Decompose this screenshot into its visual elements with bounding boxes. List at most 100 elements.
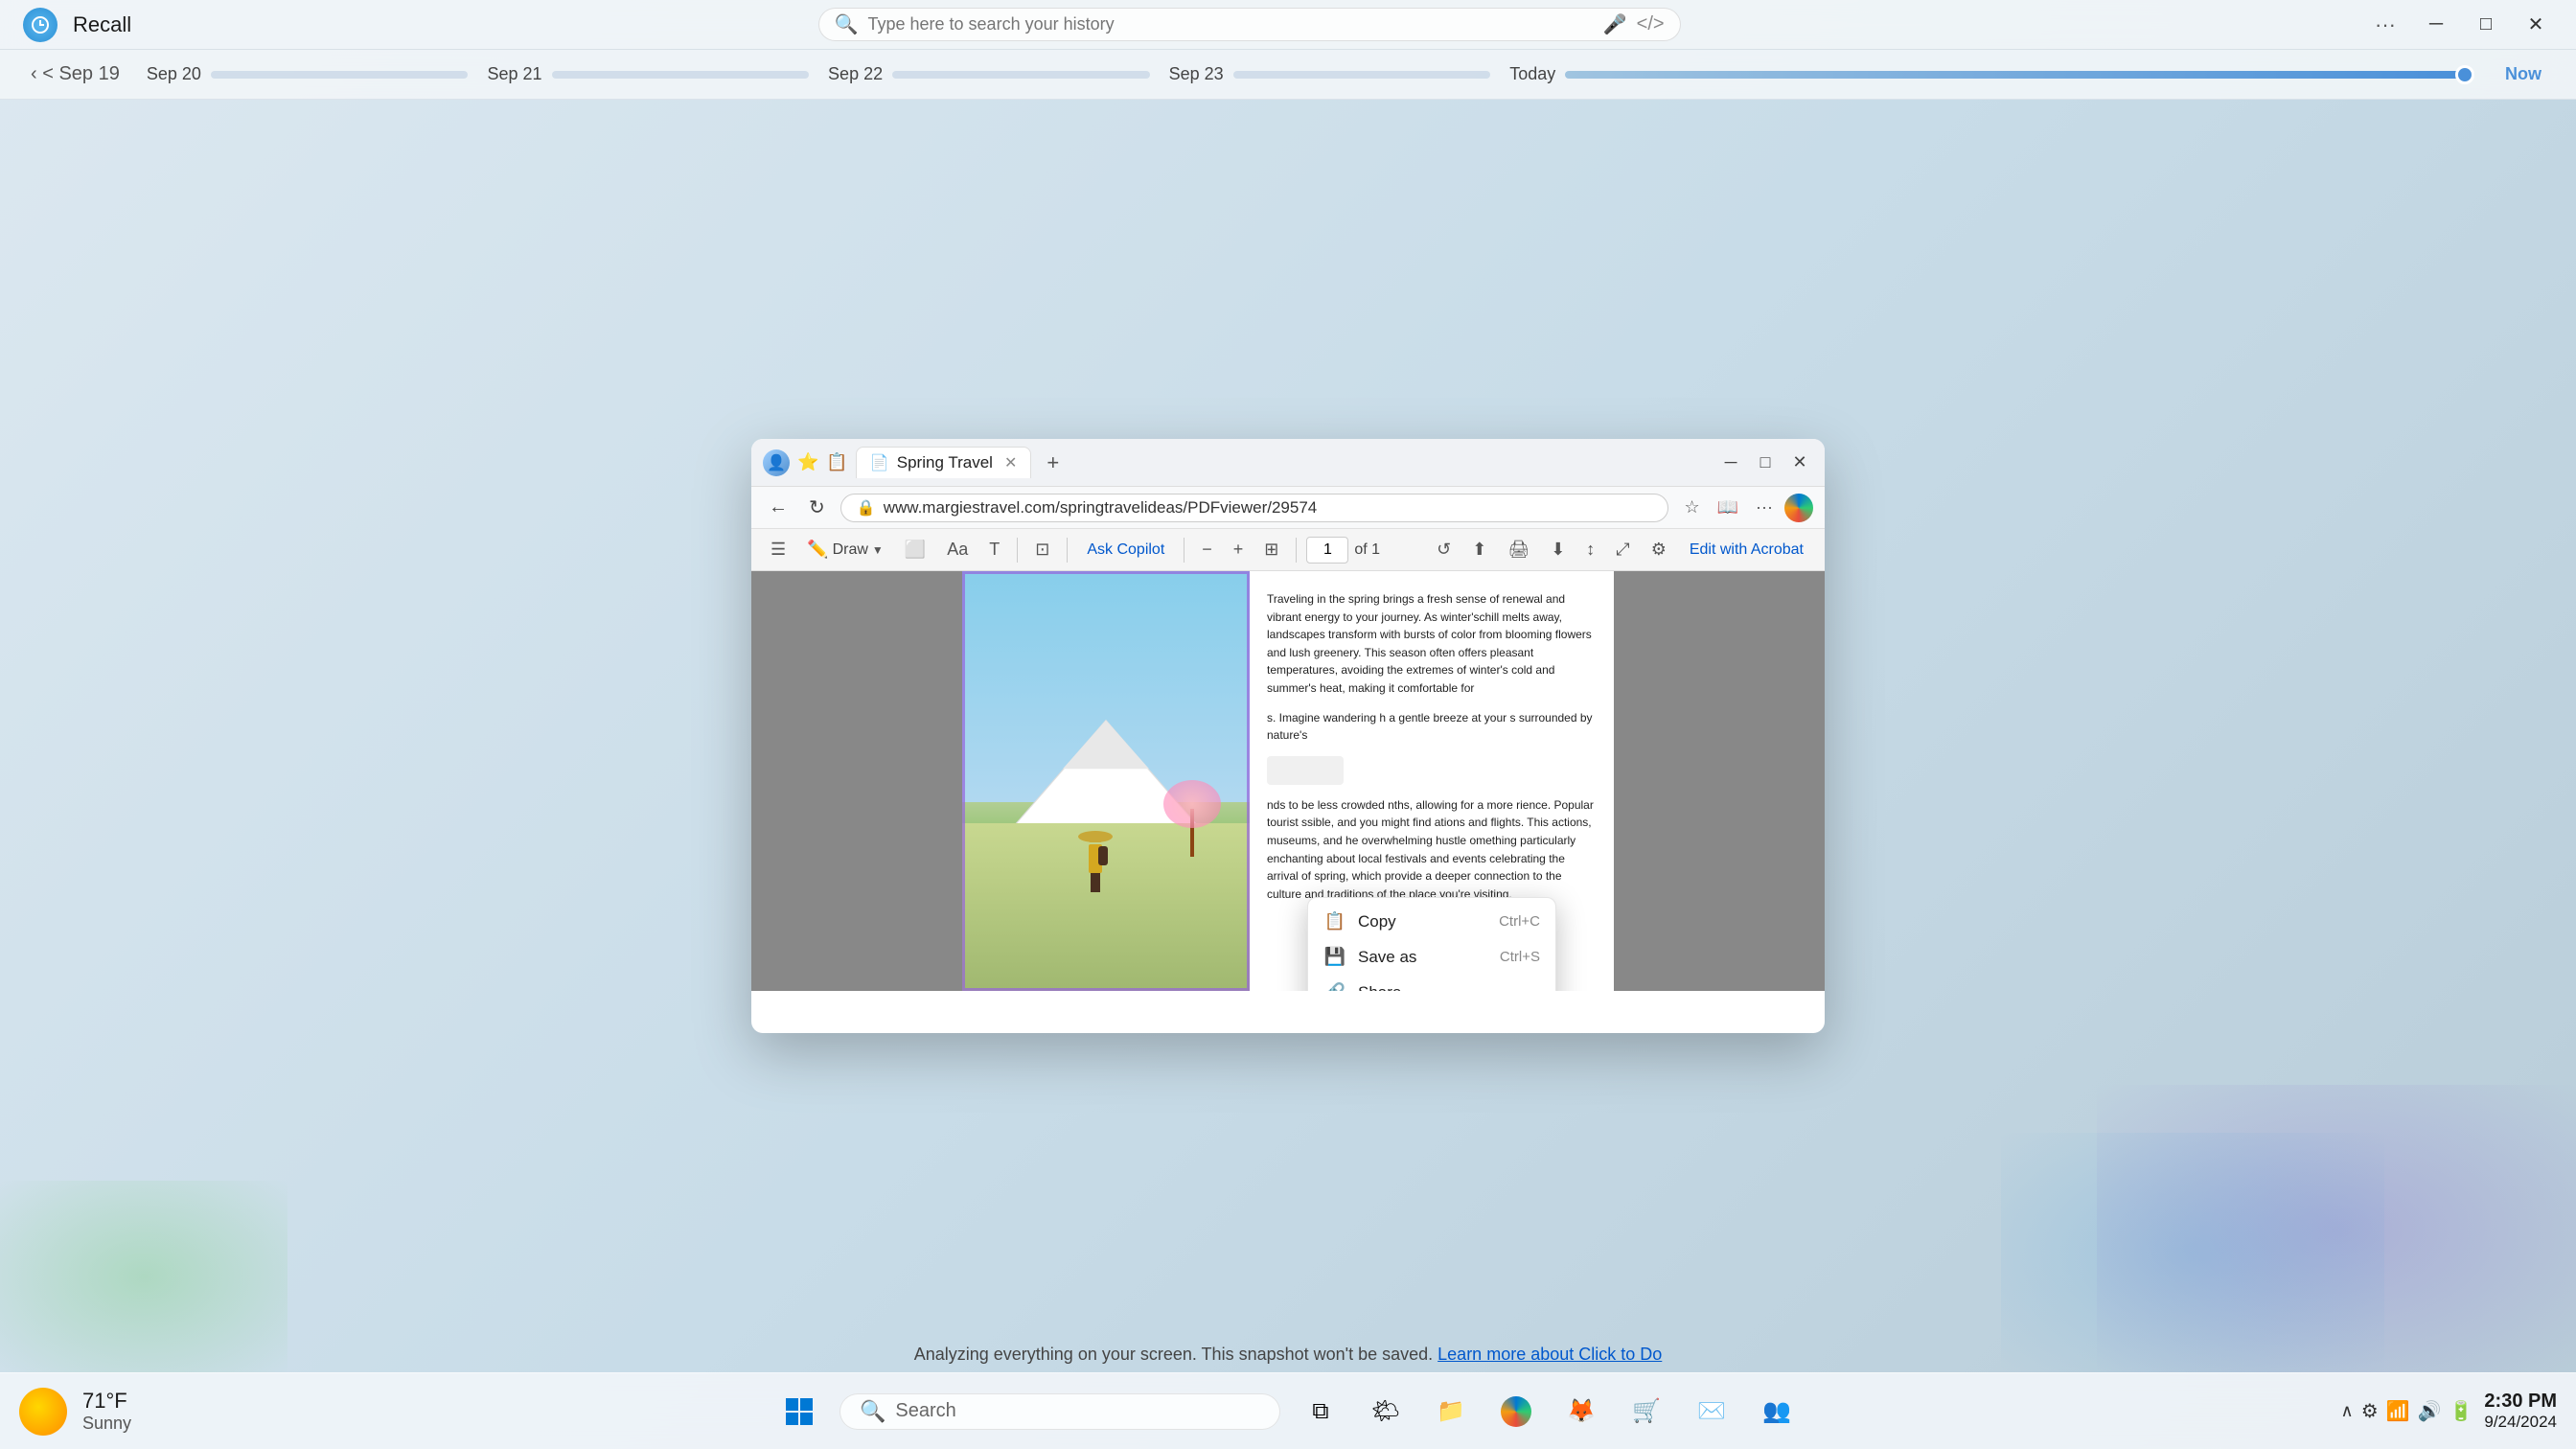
microphone-icon[interactable]: 🎤 <box>1603 12 1627 36</box>
timeline-track-today[interactable] <box>1565 71 2474 79</box>
weather-info: 71°F Sunny <box>82 1389 131 1434</box>
timeline-track-sep21[interactable] <box>552 71 810 79</box>
mail-button[interactable]: ✉️ <box>1687 1387 1736 1437</box>
chevron-up-icon[interactable]: ∧ <box>2341 1401 2354 1421</box>
share-icon: ⬆ <box>1472 540 1486 560</box>
timeline-segment-sep22: Sep 22 <box>828 64 1150 84</box>
outline-icon: ☰ <box>770 540 786 560</box>
reading-view-button[interactable]: 📖 <box>1712 494 1744 520</box>
maximize-button[interactable]: □ <box>2469 8 2503 42</box>
taskbar-search-text: Search <box>895 1400 955 1422</box>
notification-bar: Analyzing everything on your screen. Thi… <box>0 1345 2576 1365</box>
annotate-button[interactable]: ✏️ Draw ▼ <box>799 537 891 563</box>
settings-tray-icon[interactable]: ⚙ <box>2361 1399 2379 1423</box>
back-button[interactable]: ← <box>763 494 794 521</box>
timeline-thumb[interactable] <box>2455 65 2474 84</box>
history-icon[interactable]: 📋 <box>826 452 847 472</box>
timeline-sep20-label: Sep 20 <box>147 64 201 84</box>
person-figure <box>1071 825 1119 907</box>
eraser-icon: ⬜ <box>905 540 926 560</box>
timeline-track-sep22[interactable] <box>892 71 1150 79</box>
edge-logo <box>1784 494 1813 522</box>
store-button[interactable]: 🛒 <box>1622 1387 1671 1437</box>
system-clock[interactable]: 2:30 PM 9/24/2024 <box>2484 1391 2557 1432</box>
minimize-button[interactable]: ─ <box>2419 8 2453 42</box>
window-controls: ··· ─ □ ✕ <box>2367 8 2553 42</box>
main-content: 👤 ⭐ 📋 📄 Spring Travel ✕ + ─ □ ✕ ← ↻ 🔒 ww… <box>0 100 2576 1372</box>
timeline-track-sep23[interactable] <box>1233 71 1491 79</box>
taskbar-left: 71°F Sunny <box>0 1388 326 1436</box>
browser-avatar[interactable]: 👤 <box>763 449 790 476</box>
share-ctx-icon: 🔗 <box>1323 982 1346 991</box>
cherry-tree <box>1163 780 1221 857</box>
edit-acrobat-button[interactable]: Edit with Acrobat <box>1680 539 1813 562</box>
gear-icon: ⚙ <box>1651 540 1667 560</box>
zoom-in-button[interactable]: + <box>1226 537 1252 563</box>
highlight-button[interactable]: Aa <box>939 537 976 563</box>
timeline-back-label: < Sep 19 <box>42 63 120 84</box>
timeline-bar: ‹ < Sep 19 Sep 20 Sep 21 Sep 22 Sep 23 T… <box>0 50 2576 100</box>
context-menu-share[interactable]: 🔗 Share <box>1308 975 1555 991</box>
view-options-button[interactable]: ↕ <box>1578 537 1602 563</box>
taskview-button[interactable]: ⧉ <box>1296 1387 1346 1437</box>
volume-icon[interactable]: 🔊 <box>2418 1399 2442 1423</box>
print-button[interactable]: 🖨 <box>1500 537 1537 563</box>
pdf-paragraph-2: s. Imagine wandering h a gentle breeze a… <box>1267 709 1597 745</box>
taskbar-search-box[interactable]: 🔍 Search <box>840 1393 1280 1430</box>
recall-search-bar[interactable]: 🔍 🎤 </> <box>818 8 1681 41</box>
clock-date: 9/24/2024 <box>2484 1413 2557 1432</box>
new-tab-button[interactable]: + <box>1039 450 1067 475</box>
firefox-button[interactable]: 🦊 <box>1556 1387 1606 1437</box>
browser-maximize-button[interactable]: □ <box>1752 449 1779 476</box>
tab-close-button[interactable]: ✕ <box>1004 453 1017 472</box>
browser-close-button[interactable]: ✕ <box>1786 449 1813 476</box>
timeline-today-label: Today <box>1509 64 1555 84</box>
fit-page-button[interactable]: ⊡ <box>1027 537 1057 563</box>
timeline-now-button[interactable]: Now <box>2494 60 2553 88</box>
refresh-button[interactable]: ↻ <box>803 493 831 522</box>
text-button[interactable]: T <box>981 537 1007 563</box>
battery-icon[interactable]: 🔋 <box>2449 1399 2472 1423</box>
erase-button[interactable]: ⬜ <box>897 537 933 563</box>
browser-minimize-button[interactable]: ─ <box>1717 449 1744 476</box>
timeline-track-sep20[interactable] <box>211 71 469 79</box>
taskbar: 71°F Sunny 🔍 Search ⧉ 🌤 📁 🦊 🛒 ✉️ 👥 <box>0 1372 2576 1449</box>
context-menu-copy[interactable]: 📋 Copy Ctrl+C <box>1308 904 1555 939</box>
widgets-button[interactable]: 🌤 <box>1361 1387 1411 1437</box>
code-icon[interactable]: </> <box>1637 13 1665 35</box>
teams-button[interactable]: 👥 <box>1752 1387 1802 1437</box>
system-tray: ∧ ⚙ 📶 🔊 🔋 <box>2341 1399 2473 1423</box>
favorites-icon[interactable]: ⭐ <box>797 452 818 472</box>
file-explorer-button[interactable]: 📁 <box>1426 1387 1476 1437</box>
url-bar[interactable]: 🔒 www.margiestravel.com/springtravelidea… <box>840 494 1669 522</box>
download-button[interactable]: ⬇ <box>1543 537 1573 563</box>
wifi-icon[interactable]: 📶 <box>2386 1399 2410 1423</box>
zoom-out-button[interactable]: − <box>1194 537 1220 563</box>
start-button[interactable] <box>774 1387 824 1437</box>
fullscreen-button[interactable]: ⤢ <box>1608 537 1637 563</box>
more-options-button[interactable]: ··· <box>2367 9 2404 41</box>
close-button[interactable]: ✕ <box>2518 8 2553 42</box>
toolbar-separator-1 <box>1017 538 1018 563</box>
lock-icon: 🔒 <box>857 498 876 518</box>
plus-icon: + <box>1233 540 1244 560</box>
outline-button[interactable]: ☰ <box>763 537 794 563</box>
fit-width-button[interactable]: ⊞ <box>1256 537 1286 563</box>
browser-tab-spring-travel[interactable]: 📄 Spring Travel ✕ <box>856 447 1032 478</box>
timeline-back-button[interactable]: ‹ < Sep 19 <box>23 59 127 89</box>
recall-app-title: Recall <box>73 12 131 37</box>
fit-width-icon: ⊞ <box>1264 540 1278 560</box>
notification-link[interactable]: Learn more about Click to Do <box>1438 1345 1662 1364</box>
context-menu-save-as[interactable]: 💾 Save as Ctrl+S <box>1308 939 1555 975</box>
page-number-input[interactable]: 1 <box>1306 537 1348 564</box>
recall-search-input[interactable] <box>867 14 1593 34</box>
edge-browser-button[interactable] <box>1491 1387 1541 1437</box>
settings-button[interactable]: ⚙ <box>1644 537 1674 563</box>
ask-copilot-button[interactable]: Ask Copilot <box>1077 539 1174 562</box>
favorites-star-button[interactable]: ☆ <box>1678 494 1705 520</box>
share-pdf-button[interactable]: ⬆ <box>1464 537 1494 563</box>
taskbar-right: ∧ ⚙ 📶 🔊 🔋 2:30 PM 9/24/2024 <box>2250 1391 2576 1432</box>
pdf-toolbar: ☰ ✏️ Draw ▼ ⬜ Aa T ⊡ Ask Copilot <box>751 529 1825 571</box>
more-browser-actions[interactable]: ··· <box>1750 494 1779 520</box>
rotate-button[interactable]: ↺ <box>1429 537 1459 563</box>
